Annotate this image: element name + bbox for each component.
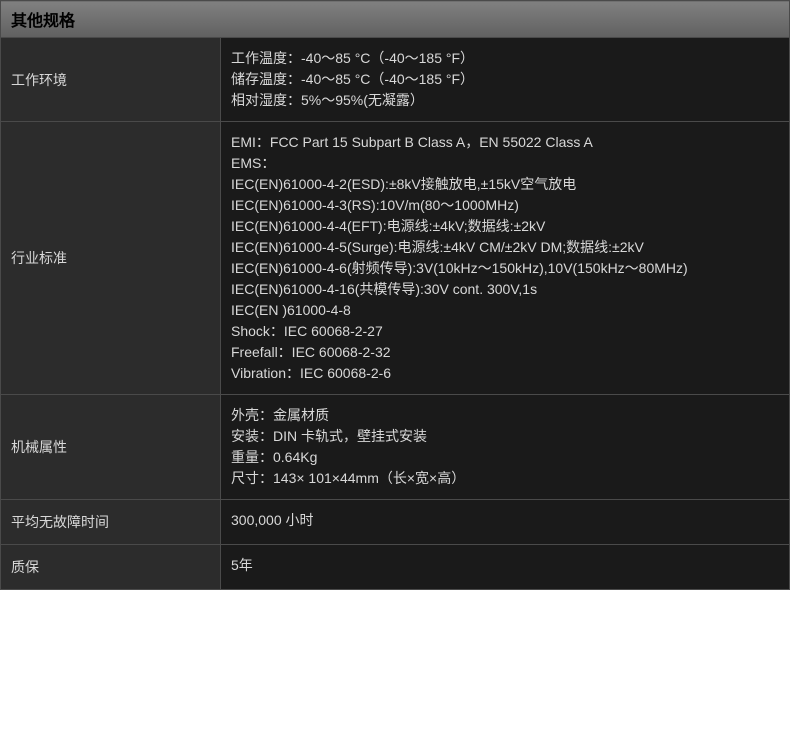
spec-value-line: Freefall：IEC 60068-2-32 <box>231 342 779 363</box>
spec-value: 工作温度：-40～85 °C（-40～185 °F）储存温度：-40～85 °C… <box>221 38 790 122</box>
spec-table-body: 其他规格工作环境工作温度：-40～85 °C（-40～185 °F）储存温度：-… <box>1 1 790 590</box>
spec-label: 平均无故障时间 <box>1 500 221 545</box>
spec-label: 行业标准 <box>1 122 221 395</box>
spec-value-line: IEC(EN)61000-4-2(ESD):±8kV接触放电,±15kV空气放电 <box>231 174 779 195</box>
spec-value-line: Shock：IEC 60068-2-27 <box>231 321 779 342</box>
table-row: 平均无故障时间 300,000 小时 <box>1 500 790 545</box>
table-row: 行业标准 EMI：FCC Part 15 Subpart B Class A，EN… <box>1 122 790 395</box>
spec-value-line: 5年 <box>231 555 779 576</box>
spec-value-line: IEC(EN)61000-4-6(射频传导):3V(10kHz～150kHz),… <box>231 258 779 279</box>
spec-value-line: EMI：FCC Part 15 Subpart B Class A，EN 550… <box>231 132 779 153</box>
spec-value-line: IEC(EN)61000-4-3(RS):10V/m(80～1000MHz) <box>231 195 779 216</box>
spec-value: 外壳：金属材质安装：DIN 卡轨式，壁挂式安装重量：0.64Kg尺寸：143× … <box>221 395 790 500</box>
spec-value-line: 安装：DIN 卡轨式，壁挂式安装 <box>231 426 779 447</box>
section-header: 其他规格 <box>1 1 790 38</box>
table-row: 质保 5年 <box>1 545 790 590</box>
spec-label: 质保 <box>1 545 221 590</box>
spec-value-line: IEC(EN)61000-4-16(共模传导):30V cont. 300V,1… <box>231 279 779 300</box>
table-row: 机械属性外壳：金属材质安装：DIN 卡轨式，壁挂式安装重量：0.64Kg尺寸：1… <box>1 395 790 500</box>
spec-value-line: EMS： <box>231 153 779 174</box>
spec-value-line: 重量：0.64Kg <box>231 447 779 468</box>
spec-value-line: 外壳：金属材质 <box>231 405 779 426</box>
spec-value: 5年 <box>221 545 790 590</box>
spec-label: 工作环境 <box>1 38 221 122</box>
table-row: 工作环境工作温度：-40～85 °C（-40～185 °F）储存温度：-40～8… <box>1 38 790 122</box>
spec-value-line: IEC(EN)61000-4-5(Surge):电源线:±4kV CM/±2kV… <box>231 237 779 258</box>
spec-value: 300,000 小时 <box>221 500 790 545</box>
spec-value-line: 300,000 小时 <box>231 510 779 531</box>
spec-value-line: IEC(EN )61000-4-8 <box>231 300 779 321</box>
spec-value-line: 尺寸：143× 101×44mm（长×宽×高） <box>231 468 779 489</box>
spec-value-line: Vibration：IEC 60068-2-6 <box>231 363 779 384</box>
spec-table: 其他规格工作环境工作温度：-40～85 °C（-40～185 °F）储存温度：-… <box>0 0 790 590</box>
spec-label: 机械属性 <box>1 395 221 500</box>
spec-value: EMI：FCC Part 15 Subpart B Class A，EN 550… <box>221 122 790 395</box>
spec-value-line: 储存温度：-40～85 °C（-40～185 °F） <box>231 69 779 90</box>
spec-value-line: 工作温度：-40～85 °C（-40～185 °F） <box>231 48 779 69</box>
spec-value-line: IEC(EN)61000-4-4(EFT):电源线:±4kV;数据线:±2kV <box>231 216 779 237</box>
spec-value-line: 相对湿度：5%～95%(无凝露） <box>231 90 779 111</box>
